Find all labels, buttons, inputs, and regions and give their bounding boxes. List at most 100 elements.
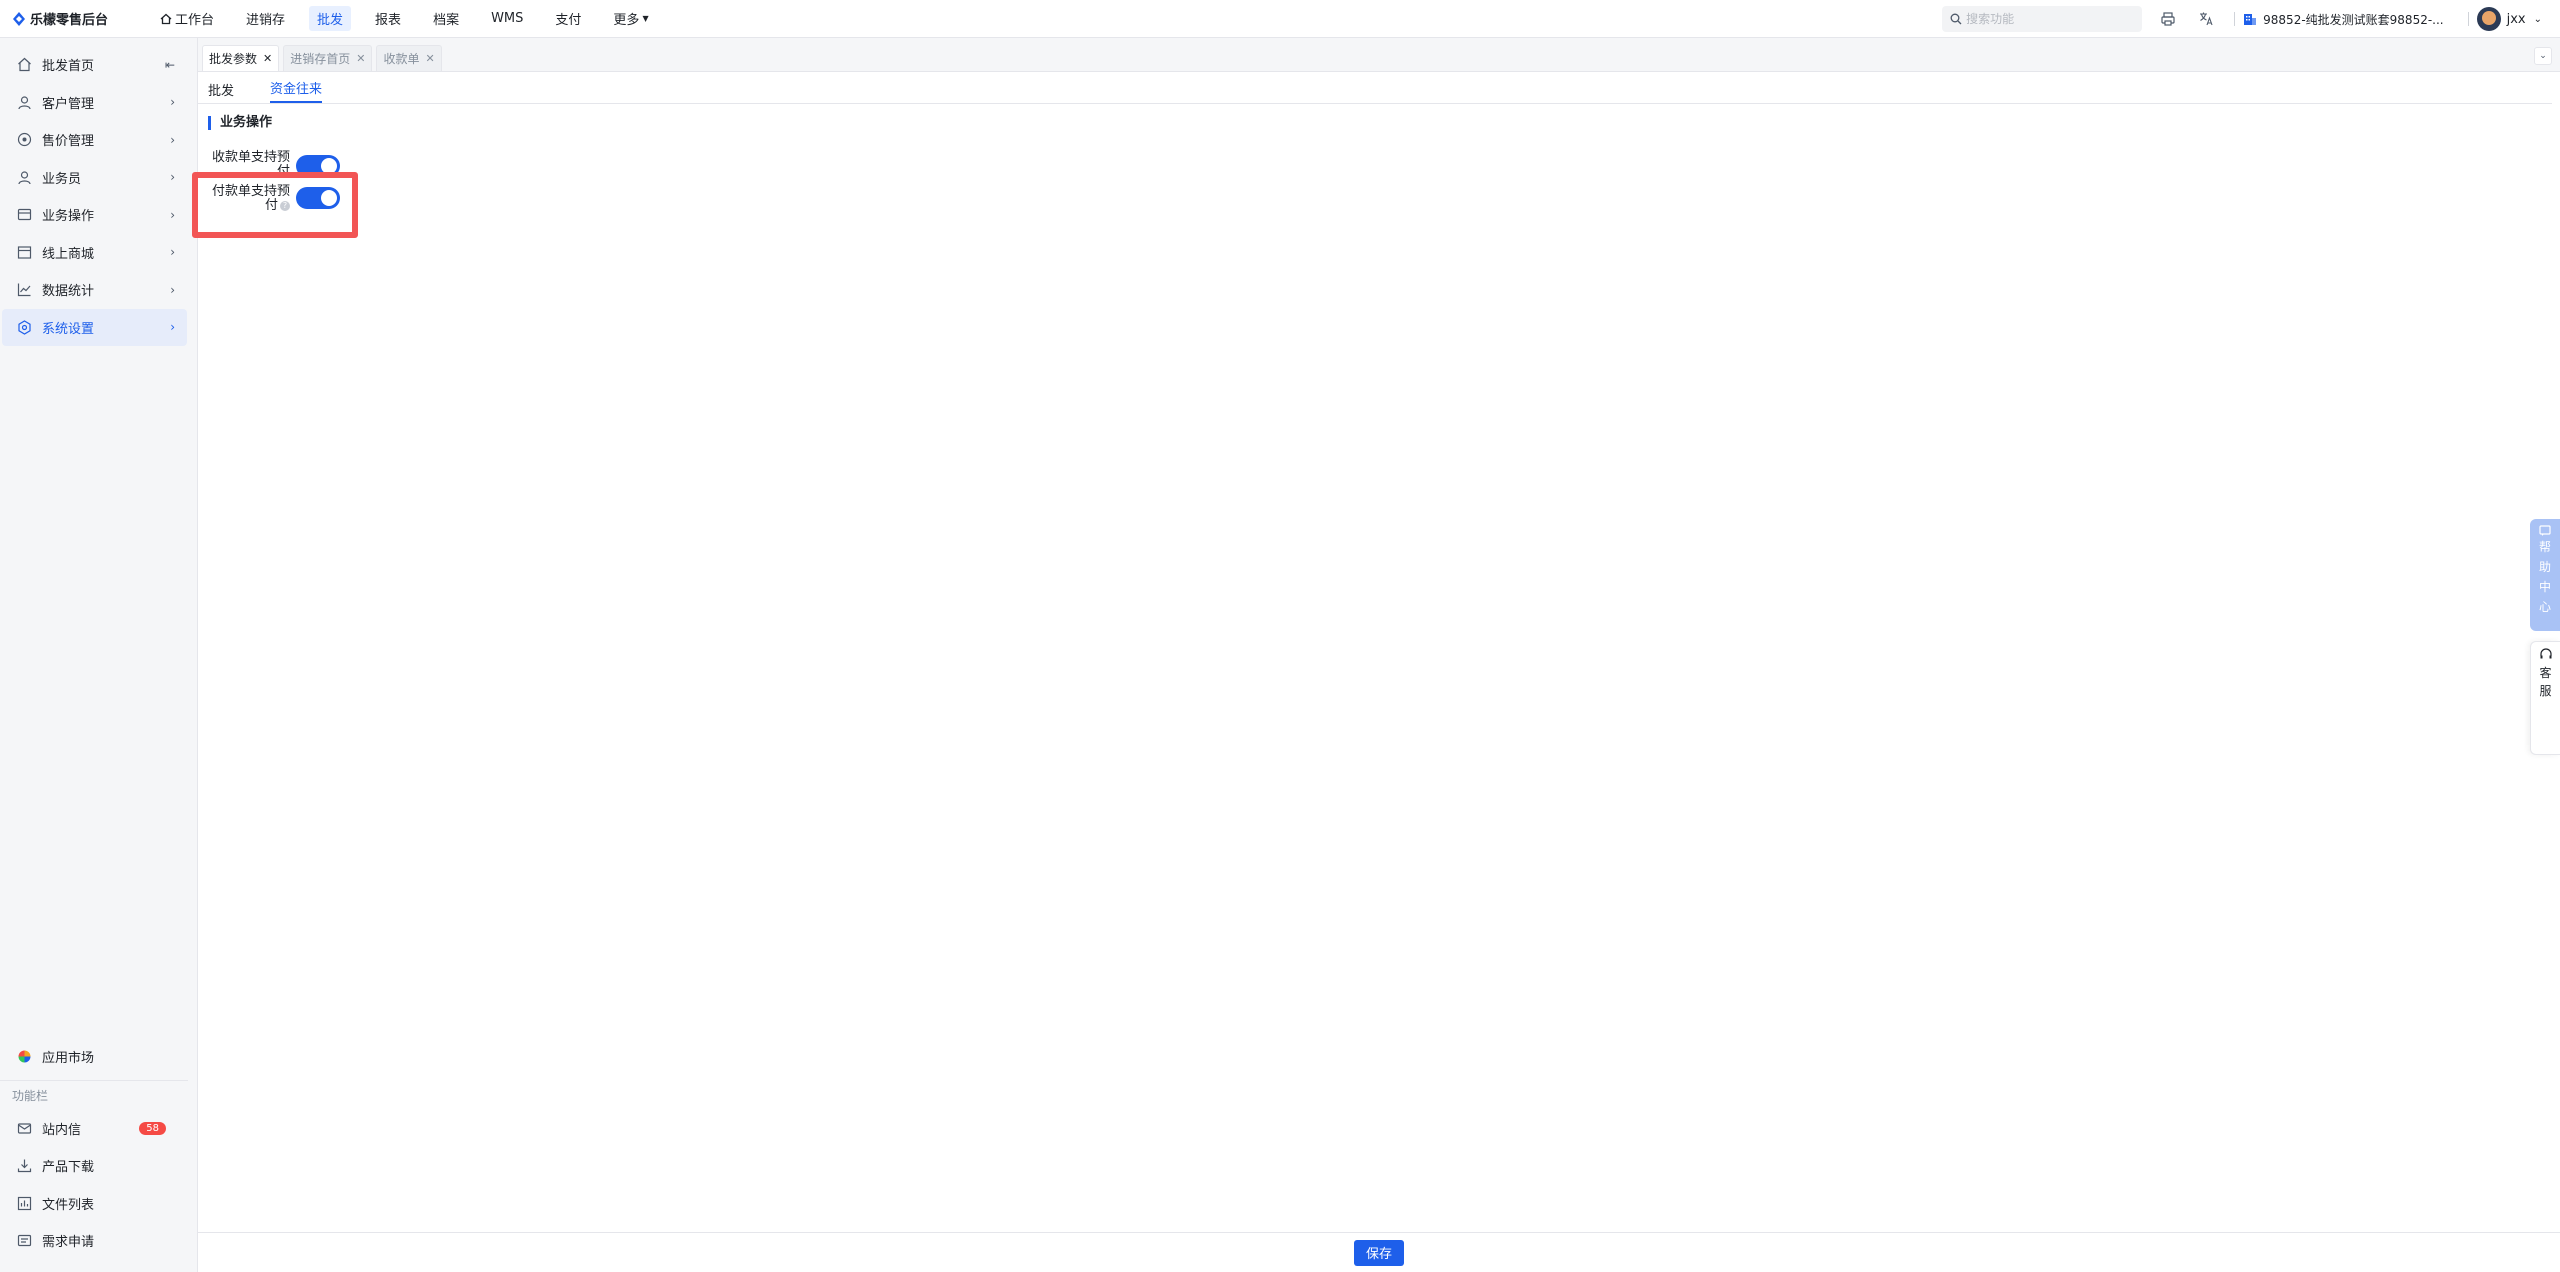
help-center-char: 帮	[2538, 540, 2551, 554]
nav-wms[interactable]: WMS	[483, 8, 531, 29]
search-box[interactable]	[1942, 6, 2143, 32]
close-icon[interactable]: ✕	[356, 52, 365, 65]
subtab-funds[interactable]: 资金往来	[270, 78, 323, 103]
sidebar-bottom: 应用市场 功能栏 站内信 58 产品下载 文件列表 需求申请	[0, 1038, 198, 1260]
collapse-icon[interactable]: ⇤	[165, 58, 175, 72]
main-content: 批发参数 ✕ 进销存首页 ✕ 收款单 ✕ ⌄ 批发 资金往来 业务操作 收款单支…	[198, 38, 2560, 1272]
sidebar-item-label: 文件列表	[42, 1197, 95, 1213]
nav-archive[interactable]: 档案	[425, 6, 467, 31]
service-char: 客	[2539, 666, 2552, 680]
sidebar-item-operations[interactable]: 业务操作 ›	[2, 196, 187, 234]
chevron-right-icon: ›	[170, 320, 175, 335]
nav-label: 进销存	[246, 13, 286, 28]
sidebar-item-label: 数据统计	[42, 284, 95, 300]
operations-icon	[16, 207, 32, 223]
sidebar-item-label: 客户管理	[42, 96, 95, 112]
sidebar-item-pricing[interactable]: 售价管理 ›	[2, 121, 187, 159]
save-button[interactable]: 保存	[1354, 1239, 1404, 1266]
printer-icon[interactable]	[2158, 9, 2178, 29]
account-switcher[interactable]: 98852-纯批发测试账套98852-...	[2243, 11, 2444, 28]
nav-inventory[interactable]: 进销存	[238, 6, 293, 31]
sidebar-item-label: 批发首页	[42, 59, 95, 75]
page-tabs: 批发参数 ✕ 进销存首页 ✕ 收款单 ✕ ⌄	[198, 38, 2560, 72]
help-center-char: 中	[2538, 580, 2551, 594]
building-icon	[2244, 14, 2257, 25]
person-icon	[16, 169, 32, 185]
nav-label: 更多	[613, 13, 640, 28]
sidebar-item-downloads[interactable]: 产品下载	[2, 1147, 188, 1185]
gear-icon	[16, 319, 32, 335]
chevron-right-icon: ›	[170, 170, 175, 185]
close-icon[interactable]: ✕	[425, 52, 434, 65]
nav-payment[interactable]: 支付	[547, 6, 589, 31]
mail-icon	[16, 1120, 32, 1136]
section-title: 业务操作	[208, 116, 2560, 130]
chevron-right-icon: ›	[170, 95, 175, 110]
nav-label: 档案	[433, 13, 460, 28]
user-name: jxx	[2506, 11, 2526, 27]
chart-icon	[16, 282, 32, 298]
nav-workbench[interactable]: 工作台	[152, 6, 222, 31]
subtab-wholesale[interactable]: 批发	[208, 80, 234, 103]
nav-reports[interactable]: 报表	[367, 6, 409, 31]
tab-label: 进销存首页	[290, 52, 351, 66]
tab-label: 批发参数	[209, 52, 258, 66]
app-title: 乐檬零售后台	[30, 13, 109, 28]
tab-wholesale-params[interactable]: 批发参数 ✕	[202, 45, 280, 71]
sidebar-item-statistics[interactable]: 数据统计 ›	[2, 271, 187, 309]
search-input[interactable]	[1966, 12, 2127, 26]
customer-service-button[interactable]: 客 服	[2530, 641, 2560, 755]
sidebar-item-label: 系统设置	[42, 321, 95, 337]
tabs-dropdown-icon[interactable]: ⌄	[2534, 47, 2552, 65]
chevron-right-icon: ›	[170, 207, 175, 222]
headset-icon	[2539, 648, 2552, 659]
user-icon	[16, 94, 32, 110]
sidebar-item-settings[interactable]: 系统设置 ›	[2, 308, 187, 346]
user-menu[interactable]: jxx ⌄	[2476, 7, 2542, 31]
sidebar-item-label: 线上商城	[42, 246, 95, 262]
nav-label: 报表	[375, 13, 402, 28]
sidebar-item-customers[interactable]: 客户管理 ›	[2, 84, 187, 122]
help-center-char: 心	[2538, 600, 2551, 614]
nav-wholesale[interactable]: 批发	[309, 6, 352, 31]
tab-receipts[interactable]: 收款单 ✕	[376, 45, 442, 71]
nav-more[interactable]: 更多 ▼	[605, 6, 656, 31]
price-icon	[16, 132, 32, 148]
app-logo[interactable]: 乐檬零售后台	[0, 9, 140, 28]
sidebar-item-messages[interactable]: 站内信 58	[2, 1110, 188, 1148]
sidebar-item-salesperson[interactable]: 业务员 ›	[2, 159, 187, 197]
help-center-button[interactable]: 帮 助 中 心	[2530, 519, 2560, 631]
home-icon	[160, 13, 172, 24]
request-icon	[16, 1233, 32, 1249]
footer-bar: 保存	[198, 1232, 2560, 1272]
chevron-down-icon: ⌄	[2533, 13, 2542, 25]
account-name: 98852-纯批发测试账套98852-...	[2263, 12, 2444, 27]
app-market-icon	[16, 1049, 32, 1065]
nav-label: 支付	[555, 13, 582, 28]
nav-label: 工作台	[175, 13, 215, 28]
topbar-right: 98852-纯批发测试账套98852-... jxx ⌄	[1942, 0, 2560, 38]
sidebar-item-online-mall[interactable]: 线上商城 ›	[2, 234, 187, 272]
tab-inventory-home[interactable]: 进销存首页 ✕	[283, 45, 373, 71]
translate-icon[interactable]	[2196, 9, 2216, 29]
nav-label: WMS	[491, 11, 524, 26]
close-icon[interactable]: ✕	[263, 52, 272, 65]
sidebar-item-wholesale-home[interactable]: 批发首页 ⇤	[2, 46, 187, 84]
sidebar-item-app-market[interactable]: 应用市场	[2, 1038, 188, 1076]
chevron-right-icon: ›	[170, 282, 175, 297]
home-icon	[16, 57, 32, 73]
highlight-box	[192, 172, 358, 238]
sidebar-item-requests[interactable]: 需求申请	[2, 1222, 188, 1260]
main-nav: 工作台 进销存 批发 报表 档案 WMS 支付 更多 ▼	[152, 6, 673, 31]
sidebar-item-label: 售价管理	[42, 134, 95, 150]
divider	[2467, 12, 2469, 26]
chevron-right-icon: ›	[170, 245, 175, 260]
setting-label-line1: 收款单支持预	[211, 150, 290, 165]
sidebar-item-files[interactable]: 文件列表	[2, 1185, 188, 1223]
chat-icon	[2539, 525, 2551, 536]
caret-down-icon: ▼	[642, 14, 649, 23]
sidebar-item-label: 业务员	[42, 171, 82, 187]
file-list-icon	[16, 1195, 32, 1211]
sidebar-item-label: 产品下载	[42, 1160, 95, 1176]
nav-label: 批发	[317, 13, 344, 28]
